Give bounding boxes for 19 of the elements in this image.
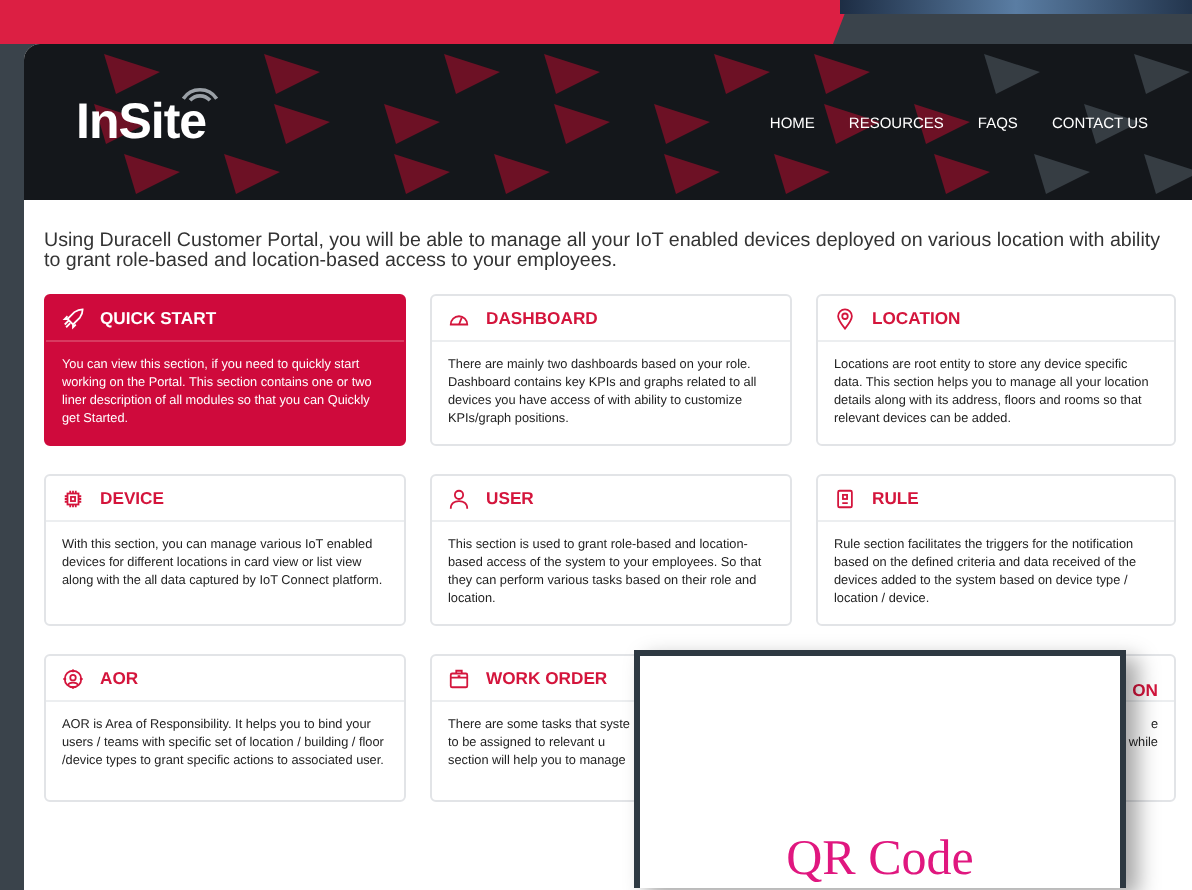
chip-icon (62, 487, 84, 509)
card-title: AOR (100, 668, 139, 688)
card-title: QUICK START (100, 308, 217, 328)
person-icon (448, 487, 470, 509)
intro-text: Using Duracell Customer Portal, you will be able to manage all your IoT enabled devices deployed on various location with ability to grant role-based and location-based access to your employees. (44, 232, 1162, 272)
logo[interactable]: InSite (76, 93, 207, 151)
module-card[interactable] (816, 294, 1176, 446)
rocket-icon (62, 307, 84, 329)
card-title: USER (486, 488, 534, 508)
card-title: LOCATION (872, 308, 961, 328)
target-icon (62, 667, 84, 689)
card-title: DASHBOARD (486, 308, 598, 328)
pin-icon (834, 307, 856, 329)
box-icon (448, 667, 470, 689)
qr-code-title: QR Code (786, 834, 974, 886)
card-title: ON (1132, 680, 1158, 700)
card-title: DEVICE (100, 488, 164, 508)
card-title: RULE (872, 488, 919, 508)
card-title: WORK ORDER (486, 668, 608, 688)
